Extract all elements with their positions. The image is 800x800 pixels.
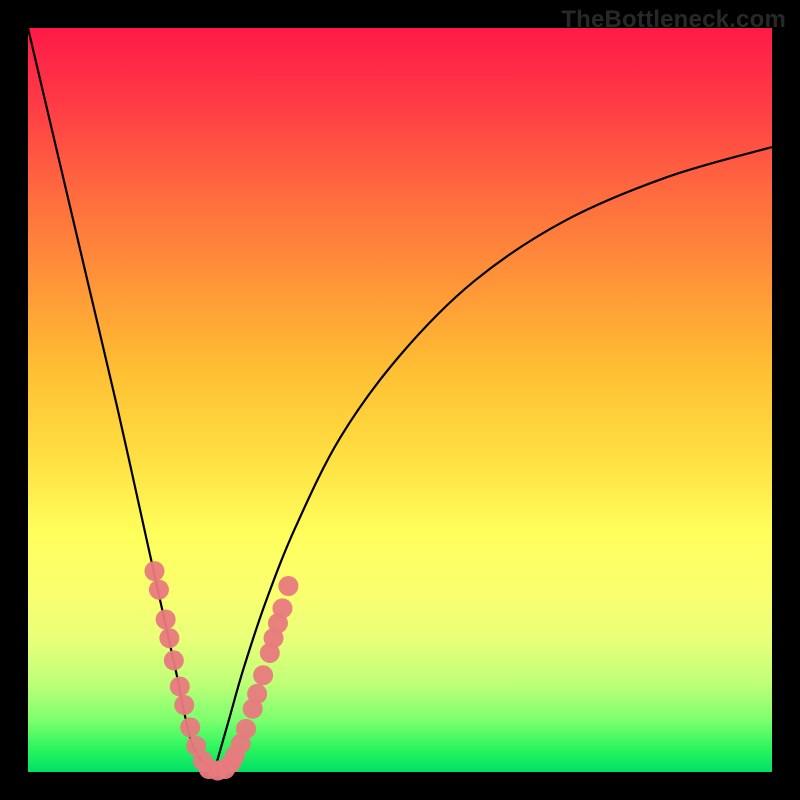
marker-point (156, 609, 176, 629)
chart-svg (28, 28, 772, 772)
right-curve (214, 147, 772, 772)
marker-point (247, 684, 267, 704)
marker-point (170, 676, 190, 696)
marker-point (164, 650, 184, 670)
marker-point (174, 695, 194, 715)
chart-frame: TheBottleneck.com (0, 0, 800, 800)
marker-point (278, 576, 298, 596)
marker-point (159, 628, 179, 648)
marker-point (236, 719, 256, 739)
marker-point (272, 598, 292, 618)
marker-point (144, 561, 164, 581)
marker-point (149, 580, 169, 600)
watermark-label: TheBottleneck.com (561, 6, 786, 34)
plot-area (28, 28, 772, 772)
left-curve (28, 28, 214, 772)
marker-point (253, 665, 273, 685)
marker-point (180, 717, 200, 737)
